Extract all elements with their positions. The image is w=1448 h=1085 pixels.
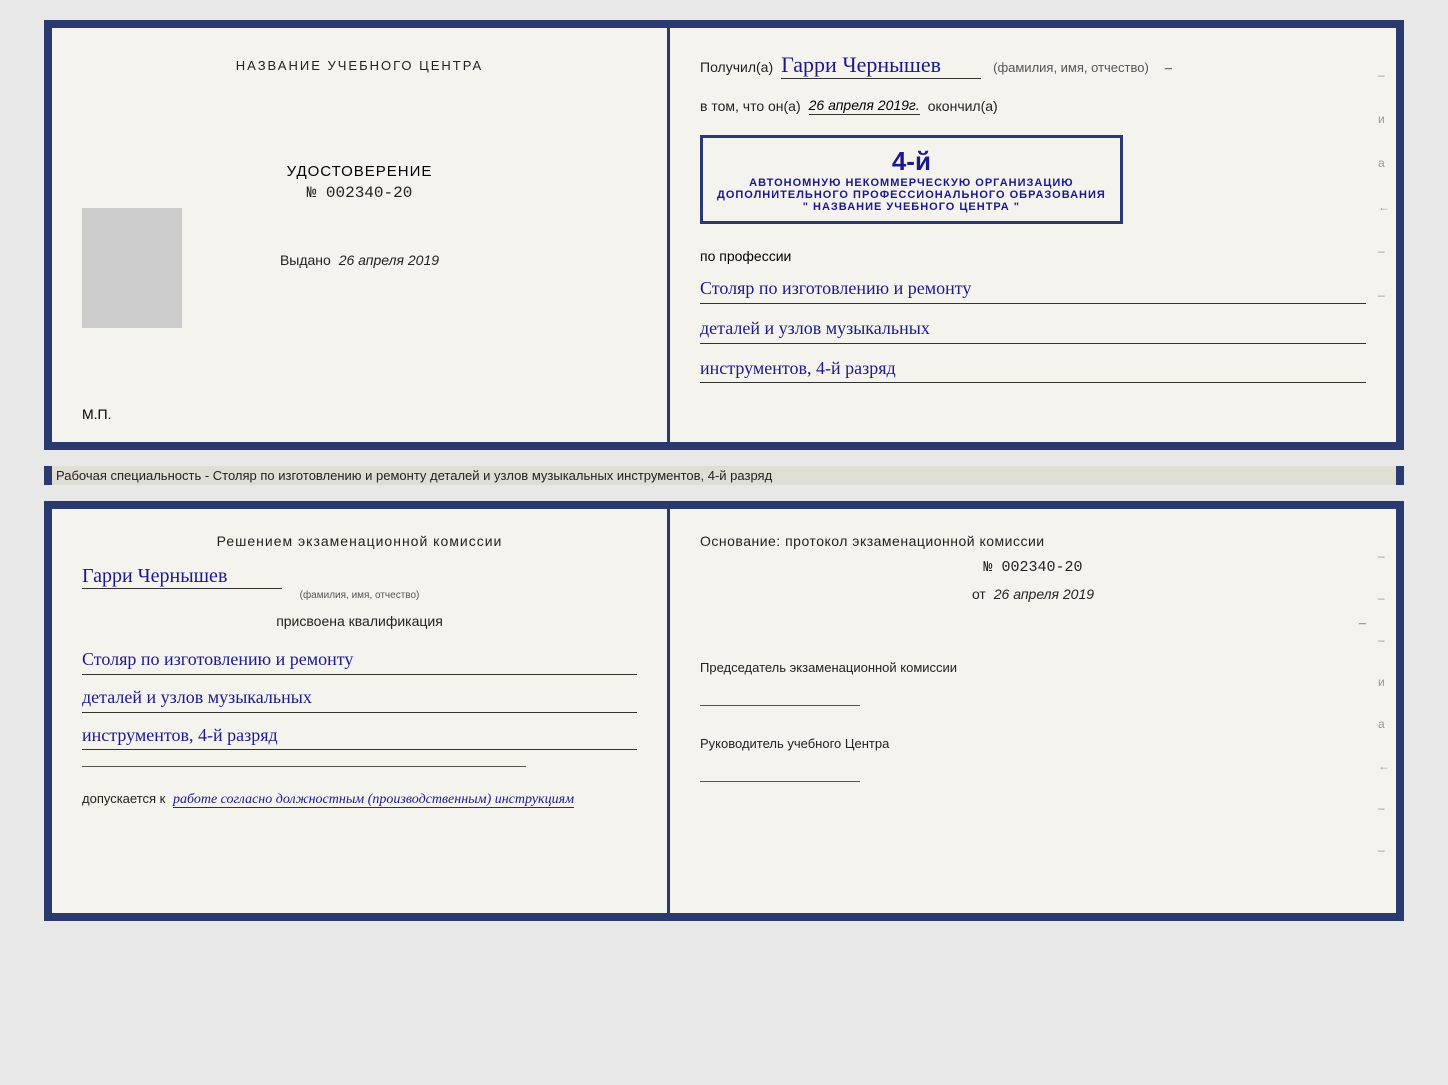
mp-label: М.П. bbox=[82, 406, 112, 422]
bottom-left-header: Решением экзаменационной комиссии bbox=[82, 533, 637, 549]
blank-line-1 bbox=[82, 766, 526, 767]
bottom-name-block: Гарри Чернышев (фамилия, имя, отчество) bbox=[82, 565, 637, 601]
dash-right-1: – bbox=[700, 616, 1366, 632]
stamp-text-2: ДОПОЛНИТЕЛЬНОГО ПРОФЕССИОНАЛЬНОГО ОБРАЗО… bbox=[717, 189, 1106, 201]
vydano-line: Выдано 26 апреля 2019 bbox=[280, 252, 439, 268]
bottom-recipient-name: Гарри Чернышев bbox=[82, 565, 282, 589]
profession-line-3: инструментов, 4-й разряд bbox=[700, 354, 1366, 384]
vtomchto-text: в том, что он(а) bbox=[700, 98, 801, 114]
profession-line-1: Столяр по изготовлению и ремонту bbox=[700, 274, 1366, 304]
dopuskaetsya-block: допускается к работе согласно должностны… bbox=[82, 791, 637, 808]
photo-placeholder bbox=[82, 208, 182, 328]
top-document-spread: НАЗВАНИЕ УЧЕБНОГО ЦЕНТРА УДОСТОВЕРЕНИЕ №… bbox=[44, 20, 1404, 450]
right-edge-decoration: – и а ← – – bbox=[1378, 68, 1390, 302]
stamp-text-3: " НАЗВАНИЕ УЧЕБНОГО ЦЕНТРА " bbox=[717, 201, 1106, 213]
profession-line-2: деталей и узлов музыкальных bbox=[700, 314, 1366, 344]
prisvoena-label: присвоена квалификация bbox=[82, 613, 637, 629]
stamp-text-1: АВТОНОМНУЮ НЕКОММЕРЧЕСКУЮ ОРГАНИЗАЦИЮ bbox=[717, 177, 1106, 189]
doc-date-right: от 26 апреля 2019 bbox=[700, 586, 1366, 602]
vtom-line: в том, что он(а) 26 апреля 2019г. окончи… bbox=[700, 97, 1366, 115]
doc-date-value: 26 апреля 2019 bbox=[994, 586, 1094, 602]
vydano-date: 26 апреля 2019 bbox=[339, 252, 439, 268]
certificate-title: УДОСТОВЕРЕНИЕ bbox=[287, 163, 433, 180]
bottom-left-page: Решением экзаменационной комиссии Гарри … bbox=[52, 509, 670, 913]
okonchil-text: окончил(а) bbox=[928, 98, 998, 114]
doc-number-right: № 002340-20 bbox=[700, 559, 1366, 576]
stamp-number: 4-й bbox=[717, 146, 1106, 177]
rukovoditel-sig-line bbox=[700, 781, 860, 782]
rukovoditel-label: Руководитель учебного Центра bbox=[700, 736, 1366, 751]
bottom-document-spread: Решением экзаменационной комиссии Гарри … bbox=[44, 501, 1404, 921]
certificate-block: УДОСТОВЕРЕНИЕ № 002340-20 bbox=[287, 163, 433, 202]
fio-caption-top: (фамилия, имя, отчество) bbox=[993, 60, 1149, 75]
between-label: Рабочая специальность - Столяр по изгото… bbox=[44, 466, 1404, 485]
predsedatel-sig-line bbox=[700, 705, 860, 706]
stamp-outer: 4-й АВТОНОМНУЮ НЕКОММЕРЧЕСКУЮ ОРГАНИЗАЦИ… bbox=[700, 135, 1123, 224]
po-professii-label: по профессии bbox=[700, 248, 1366, 264]
stamp-block: 4-й АВТОНОМНУЮ НЕКОММЕРЧЕСКУЮ ОРГАНИЗАЦИ… bbox=[700, 129, 1366, 230]
osnovanie-label: Основание: протокол экзаменационной коми… bbox=[700, 533, 1366, 549]
dopuskaetsya-prefix: допускается к bbox=[82, 791, 165, 806]
bottom-right-page: Основание: протокол экзаменационной коми… bbox=[670, 509, 1396, 913]
certificate-number: № 002340-20 bbox=[287, 184, 433, 202]
date-value: 26 апреля 2019г. bbox=[809, 97, 920, 115]
center-title: НАЗВАНИЕ УЧЕБНОГО ЦЕНТРА bbox=[236, 58, 483, 73]
poluchil-line: Получил(а) Гарри Чернышев (фамилия, имя,… bbox=[700, 52, 1366, 79]
dopuskaetsya-value: работе согласно должностным (производств… bbox=[173, 792, 574, 808]
vydano-prefix: Выдано bbox=[280, 252, 331, 268]
bottom-fio-caption: (фамилия, имя, отчество) bbox=[82, 590, 637, 601]
poluchil-prefix: Получил(а) bbox=[700, 59, 773, 75]
right-edge-bottom-decoration: – – – и а ← – – bbox=[1378, 549, 1390, 857]
top-right-page: Получил(а) Гарри Чернышев (фамилия, имя,… bbox=[670, 28, 1396, 442]
qualification-line-2: деталей и узлов музыкальных bbox=[82, 683, 637, 713]
qualification-line-1: Столяр по изготовлению и ремонту bbox=[82, 645, 637, 675]
ot-prefix: от bbox=[972, 586, 986, 602]
top-left-page: НАЗВАНИЕ УЧЕБНОГО ЦЕНТРА УДОСТОВЕРЕНИЕ №… bbox=[52, 28, 670, 442]
dash-after-name: – bbox=[1165, 61, 1172, 77]
predsedatel-label: Председатель экзаменационной комиссии bbox=[700, 660, 1366, 675]
recipient-name: Гарри Чернышев bbox=[781, 52, 981, 79]
qualification-line-3: инструментов, 4-й разряд bbox=[82, 721, 637, 751]
